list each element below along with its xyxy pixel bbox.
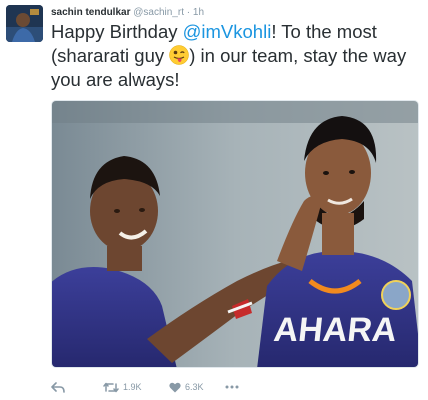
reply-icon	[51, 381, 65, 393]
author-name[interactable]: sachin tendulkar	[51, 7, 130, 18]
more-options-button[interactable]	[225, 385, 239, 389]
tweet-text: Happy Birthday @imVkohli! To the most (s…	[51, 20, 419, 92]
avatar-image	[6, 5, 43, 42]
more-icon	[225, 385, 239, 389]
header-separator: ·	[186, 7, 191, 18]
author-handle[interactable]: @sachin_rt	[133, 7, 184, 18]
tweet-photo[interactable]: AHARA	[51, 100, 419, 368]
tweet-actions: 1.9K 6.3K	[51, 379, 239, 395]
tweet-header: sachin tendulkar @sachin_rt · 1h	[51, 6, 204, 19]
jersey-sponsor-text: AHARA	[272, 311, 399, 349]
tweet-text-part1: Happy Birthday	[51, 21, 183, 42]
reply-button[interactable]	[51, 381, 103, 393]
retweet-icon	[103, 382, 119, 392]
heart-icon	[169, 382, 181, 392]
mention-link[interactable]: @imVkohli	[183, 21, 272, 42]
like-button[interactable]: 6.3K	[169, 382, 225, 393]
tweet-timestamp[interactable]: 1h	[193, 7, 204, 18]
like-count: 6.3K	[185, 382, 204, 392]
winking-tongue-emoji-icon	[169, 45, 189, 65]
retweet-count: 1.9K	[123, 382, 142, 392]
retweet-button[interactable]: 1.9K	[103, 382, 169, 393]
author-avatar[interactable]	[6, 5, 43, 42]
cricket-players-photo: AHARA	[52, 101, 418, 367]
